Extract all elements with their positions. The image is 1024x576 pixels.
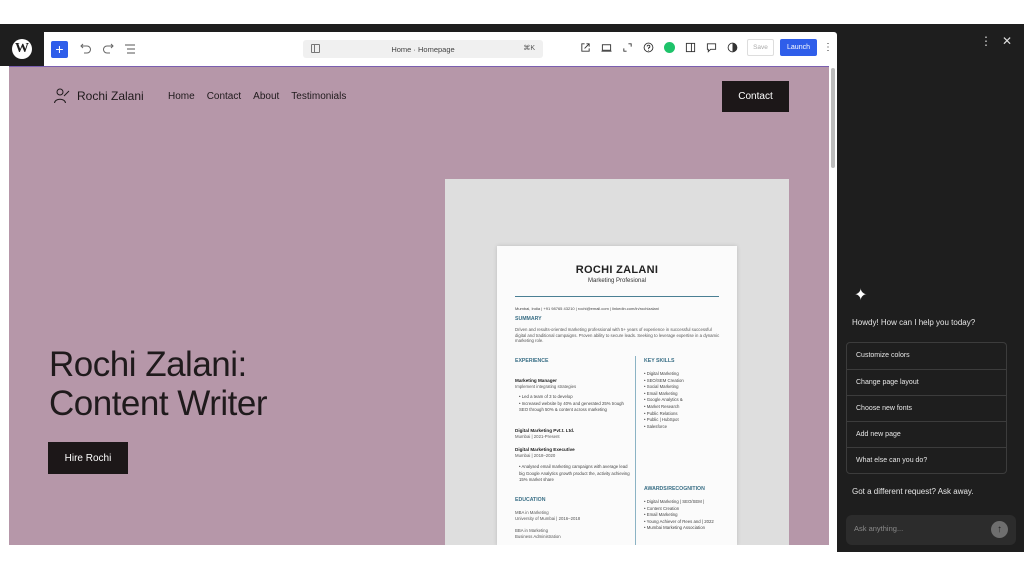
suggestion-add-page[interactable]: Add new page (847, 421, 1006, 447)
resume-job1-bullets: Led a team of 3 to develop Increased web… (519, 394, 633, 414)
resume-job1-title: Marketing Manager (515, 378, 557, 383)
undo-icon[interactable] (77, 40, 95, 58)
resume-image[interactable]: ROCHI ZALANI Marketing Profesional Mumba… (445, 179, 789, 545)
document-title: Home · Homepage (391, 44, 455, 54)
more-options-icon[interactable]: ⋮ (823, 42, 833, 53)
nav-home[interactable]: Home (168, 91, 195, 102)
site-logo[interactable]: Rochi Zalani (53, 87, 144, 105)
document-overview-icon[interactable] (121, 40, 139, 58)
keyboard-shortcut: ⌘K (523, 45, 535, 52)
resume-summary-text: Driven and results-oriented marketing pr… (515, 327, 720, 344)
resume-skills-list: Digital Marketing SEO/SEM Creation Socia… (644, 371, 734, 430)
resume-experience-heading: EXPERIENCE (515, 358, 549, 364)
sparkle-icon: ✦ (854, 287, 868, 304)
resume-job3-sub: Mumbai | 2018–2020 (515, 453, 556, 458)
site-navigation: Home Contact About Testimonials (168, 91, 358, 102)
hero-heading[interactable]: Rochi Zalani: Content Writer (49, 345, 268, 423)
suggestion-what-else[interactable]: What else can you do? (847, 447, 1006, 473)
resume-education-heading: EDUCATION (515, 497, 546, 503)
toolbar-actions: Save Launch ⋮ (573, 39, 833, 56)
resume-job3-title: Digital Marketing Executive (515, 447, 575, 452)
wordpress-icon: W (12, 39, 32, 59)
resume-contact: Mumbai, India | +91 98765 43210 | rochi@… (515, 306, 659, 311)
fullscreen-icon[interactable] (619, 39, 636, 56)
resume-role: Marketing Profesional (587, 278, 647, 284)
save-button[interactable]: Save (747, 39, 774, 56)
resume-column-divider (635, 356, 636, 545)
resume-edu1-sub: University of Mumbai | 2016–2018 (515, 516, 581, 521)
resume-divider (515, 296, 719, 297)
editor-canvas-area: Rochi Zalani Home Contact About Testimon… (0, 66, 837, 552)
ask-input[interactable] (854, 524, 984, 533)
site-preview[interactable]: Rochi Zalani Home Contact About Testimon… (9, 66, 829, 545)
editor-toolbar: W + Home · Homepage ⌘K Save Launch ⋮ (0, 32, 837, 66)
panel-more-icon[interactable]: ⋮ (980, 34, 992, 48)
resume-summary-heading: SUMMARY (515, 316, 542, 322)
close-icon[interactable]: ✕ (1002, 34, 1012, 48)
hero-heading-line1: Rochi Zalani: (49, 345, 247, 384)
site-title: Rochi Zalani (77, 89, 144, 103)
canvas-scrollbar[interactable] (831, 68, 835, 168)
nav-contact[interactable]: Contact (207, 91, 241, 102)
different-request-text: Got a different request? Ask away. (852, 487, 974, 496)
suggestion-choose-fonts[interactable]: Choose new fonts (847, 395, 1006, 421)
writer-logo-icon (53, 87, 71, 105)
resume-edu1: MBA in Marketing (515, 510, 549, 515)
ask-box: ↑ (846, 515, 1016, 545)
hero-heading-line2: Content Writer (49, 384, 268, 423)
send-icon[interactable]: ↑ (991, 521, 1008, 538)
contact-button[interactable]: Contact (722, 81, 789, 112)
launch-button[interactable]: Launch (780, 39, 817, 56)
comments-icon[interactable] (703, 39, 720, 56)
resume-document: ROCHI ZALANI Marketing Profesional Mumba… (497, 246, 737, 545)
assistant-panel: ⋮ ✕ ✦ Howdy! How can I help you today? C… (837, 24, 1024, 552)
editor-window: W + Home · Homepage ⌘K Save Launch ⋮ Roc… (0, 24, 1024, 552)
resume-edu2-sub: Business Administration (515, 534, 561, 539)
resume-edu2: BBA in Marketing (515, 528, 548, 533)
resume-awards-heading: AWARDS/RECOGNITION (644, 486, 705, 492)
wordpress-logo-button[interactable]: W (0, 32, 44, 66)
add-block-button[interactable]: + (51, 40, 68, 58)
resume-job3-bullets: Analysed email marketing campaigns with … (519, 464, 633, 484)
page-layout-icon (311, 44, 320, 53)
resume-awards-list: Digital Marketing | SEO/SEM | Content Cr… (644, 499, 736, 532)
assistant-greeting: Howdy! How can I help you today? (852, 318, 976, 327)
resume-job2-sub: Mumbai | 2021-Present (515, 434, 560, 439)
styles-icon[interactable] (724, 39, 741, 56)
command-palette-bar[interactable]: Home · Homepage ⌘K (303, 40, 543, 58)
nav-testimonials[interactable]: Testimonials (291, 91, 346, 102)
settings-sidebar-icon[interactable] (682, 39, 699, 56)
device-preview-icon[interactable] (598, 39, 615, 56)
view-external-icon[interactable] (577, 39, 594, 56)
suggestion-change-layout[interactable]: Change page layout (847, 369, 1006, 395)
nav-about[interactable]: About (253, 91, 279, 102)
resume-skills-heading: KEY SKILLS (644, 358, 675, 364)
resume-name: ROCHI ZALANI (575, 264, 659, 276)
hire-button[interactable]: Hire Rochi (48, 442, 128, 474)
suggestion-list: Customize colors Change page layout Choo… (846, 342, 1007, 474)
redo-icon[interactable] (99, 40, 117, 58)
suggestion-customize-colors[interactable]: Customize colors (847, 343, 1006, 369)
resume-job2-title: Digital Marketing Pvt.t. Ltd. (515, 428, 575, 433)
resume-job1-sub: Implement integrating strategies (515, 384, 577, 389)
help-icon[interactable] (640, 39, 657, 56)
jetpack-icon[interactable] (661, 39, 678, 56)
panel-header-actions: ⋮ ✕ (970, 34, 1012, 48)
